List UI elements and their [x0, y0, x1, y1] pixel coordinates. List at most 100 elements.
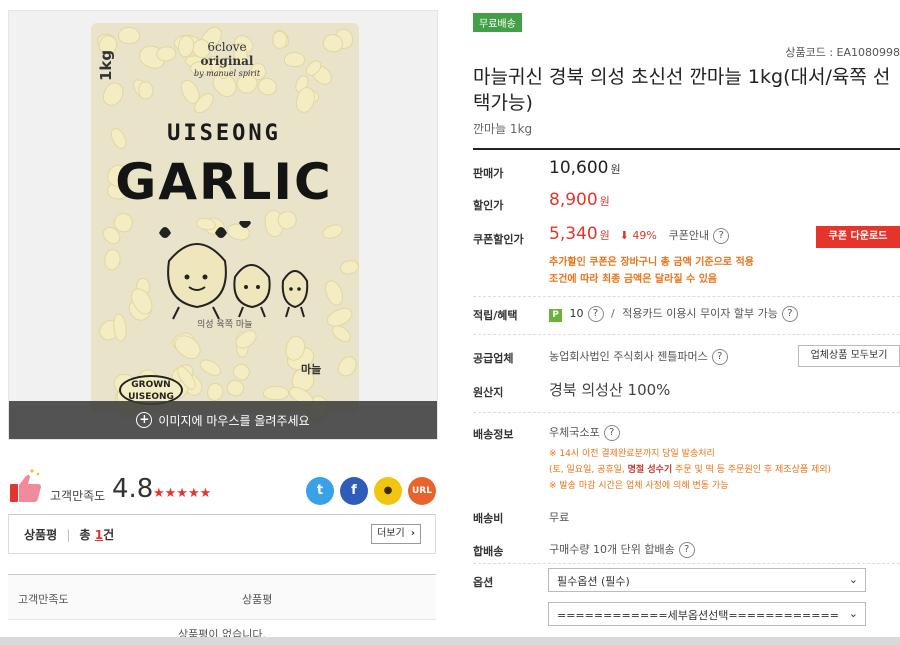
card-installment-text: 적용카드 이용시 무이자 할부 가능 — [622, 307, 778, 320]
chevron-down-icon: ⌄ — [848, 607, 858, 620]
bag-brand: 6clove original by manuel spirit — [177, 40, 277, 78]
shipping-notes: ※ 14시 이전 결제완료분까지 당일 발송처리 (토, 일요일, 공휴일, 명… — [549, 446, 831, 494]
free-shipping-badge: 무료배송 — [473, 13, 522, 32]
coupon-price-value: 5,340 — [549, 224, 598, 244]
discount-rate-value: 49% — [632, 229, 657, 242]
garlic-clove — [118, 27, 141, 44]
review-table-header: 고객만족도 상품평 — [8, 574, 436, 620]
shipping-note-2-pre: (토, 일요일, 공휴일, — [549, 465, 628, 475]
bundle-shipping-text: 구매수량 10개 단위 합배송 — [549, 543, 675, 556]
garlic-clove — [262, 386, 290, 400]
facebook-share-icon[interactable]: f — [340, 477, 368, 505]
review-total-suffix: 건 — [103, 528, 115, 542]
detail-option-value: ============세부옵션선택============ — [557, 609, 839, 622]
help-icon[interactable]: ? — [711, 349, 728, 365]
review-total-prefix: 총 — [79, 528, 91, 542]
bag-weight-text: 1kg — [97, 49, 115, 81]
vendor-products-button[interactable]: 업체상품 모두보기 — [798, 345, 900, 367]
product-subtitle: 깐마늘 1kg — [473, 122, 533, 136]
bag-uiseong-text: UISEONG — [167, 121, 281, 146]
rating-score: 4.8 — [112, 474, 154, 504]
benefits-value: P 10? / 적용카드 이용시 무이자 할부 가능? — [549, 305, 798, 322]
chevron-down-icon: ⌄ — [848, 573, 858, 586]
coupon-note: 추가할인 쿠폰은 장바구니 총 금액 기준으로 적용 조건에 따라 최종 금액은… — [549, 254, 754, 288]
discount-price-value: 8,900 — [549, 190, 598, 210]
coupon-price-label: 쿠폰할인가 — [473, 233, 524, 246]
shipping-note-3: ※ 발송 마감 시간은 업체 사정에 의해 변동 가능 — [549, 481, 729, 491]
sale-price: 10,600 원 — [549, 158, 621, 178]
help-icon[interactable]: ? — [713, 227, 730, 244]
divider — [473, 563, 900, 564]
points-value: 10 — [569, 307, 584, 320]
divider — [473, 412, 900, 413]
review-title: 상품평 | 총 1건 — [24, 526, 114, 543]
shipping-carrier: 우체국소포? — [549, 424, 620, 441]
review-more-button[interactable]: 더보기 › — [371, 524, 421, 544]
discount-rate: ⬇ 49% — [620, 229, 657, 242]
col-satisfaction: 고객만족도 — [18, 593, 69, 606]
rating-row: 고객만족도 4.8 ★★★★★ t f ● URL — [8, 462, 438, 522]
garlic-clove — [137, 80, 154, 100]
col-review: 상품평 — [242, 593, 273, 606]
coupon-note-line1: 추가할인 쿠폰은 장바구니 총 금액 기준으로 적용 — [549, 257, 754, 268]
sale-price-label: 판매가 — [473, 167, 504, 180]
bundle-shipping-value: 구매수량 10개 단위 합배송? — [549, 541, 695, 558]
divider — [473, 334, 900, 335]
image-hover-text: 이미지에 마우스를 올려주세요 — [158, 413, 310, 428]
url-share-icon[interactable]: URL — [408, 477, 436, 505]
product-gallery: 1kg 6clove original by manuel spirit UIS… — [8, 10, 438, 522]
won-unit: 원 — [610, 163, 621, 176]
help-icon[interactable]: ? — [587, 306, 604, 322]
product-info: 무료배송 상품코드 : EA1080998 마늘귀신 경북 의성 초신선 깐마늘… — [470, 0, 900, 645]
review-total-count: 1 — [94, 528, 104, 542]
rating-label: 고객만족도 — [50, 489, 106, 503]
discount-price: 8,900 원 — [549, 190, 610, 210]
coupon-download-button[interactable]: 쿠폰 다운로드 — [816, 226, 900, 248]
won-unit: 원 — [599, 229, 610, 242]
bag-brand-line3: by manuel spirit — [193, 68, 261, 78]
coupon-price: 5,340 원 ⬇ 49% 쿠폰안내? — [549, 224, 730, 244]
points-badge-icon: P — [549, 309, 562, 322]
shipping-note-2: (토, 일요일, 공휴일, 명절 성수기 주문 및 떡 등 주문원인 후 제조상… — [549, 462, 831, 478]
zoom-plus-icon: + — [136, 412, 153, 428]
review-title-label: 상품평 — [24, 528, 58, 542]
help-icon[interactable]: ? — [603, 425, 620, 441]
bag-grown-line1: GROWN — [131, 380, 171, 390]
options-label: 옵션 — [473, 576, 494, 589]
bag-brand-line2: original — [200, 53, 254, 68]
bag-subtext: 의성 육쪽 마늘 — [197, 320, 253, 330]
benefits-label: 적립/혜택 — [473, 309, 518, 322]
supplier-label: 공급업체 — [473, 352, 514, 365]
divider — [473, 296, 900, 297]
help-icon[interactable]: ? — [678, 542, 695, 558]
chevron-right-icon: › — [410, 528, 415, 539]
origin-text: 경북 의성산 100% — [549, 381, 671, 399]
thumbs-up-icon — [10, 469, 41, 502]
product-title: 마늘귀신 경북 의성 초신선 깐마늘 1kg(대서/육쪽 선택가능) — [473, 66, 891, 114]
detail-option-select[interactable]: ============세부옵션선택============ ⌄ — [548, 602, 866, 626]
coupon-guide-label: 쿠폰안내 — [668, 229, 710, 242]
review-more-label: 더보기 — [377, 528, 405, 539]
benefits-separator: / — [611, 307, 615, 320]
shipping-note-1: ※ 14시 이전 결제완료분까지 당일 발송처리 — [549, 449, 715, 459]
kakao-share-icon[interactable]: ● — [374, 477, 402, 505]
bundle-shipping-label: 합배송 — [473, 545, 504, 558]
supplier-value: 농업회사법인 주식회사 젠틀파머스? — [549, 348, 728, 365]
shipping-carrier-text: 우체국소포 — [549, 426, 600, 439]
required-option-select[interactable]: 필수옵션 (필수) ⌄ — [548, 568, 866, 592]
won-unit: 원 — [599, 195, 610, 208]
shipping-fee-value: 무료 — [549, 511, 570, 524]
help-icon[interactable]: ? — [781, 306, 798, 322]
shipping-label: 배송정보 — [473, 428, 514, 441]
shipping-note-2-post: 주문 및 떡 등 주문원인 후 제조상품 제외) — [672, 465, 832, 475]
twitter-share-icon[interactable]: t — [306, 477, 334, 505]
bag-side-text: 마늘 — [301, 363, 322, 376]
product-code: 상품코드 : EA1080998 — [785, 46, 900, 59]
divider — [473, 148, 900, 150]
arrow-down-icon: ⬇ — [619, 229, 629, 242]
garlic-mascot-illustration — [159, 221, 309, 320]
product-image[interactable]: 1kg 6clove original by manuel spirit UIS… — [8, 10, 438, 440]
image-hover-hint[interactable]: + 이미지에 마우스를 올려주세요 — [9, 401, 437, 439]
horizontal-scrollbar[interactable] — [0, 637, 900, 645]
shipping-note-2-bold: 명절 성수기 — [627, 465, 673, 475]
